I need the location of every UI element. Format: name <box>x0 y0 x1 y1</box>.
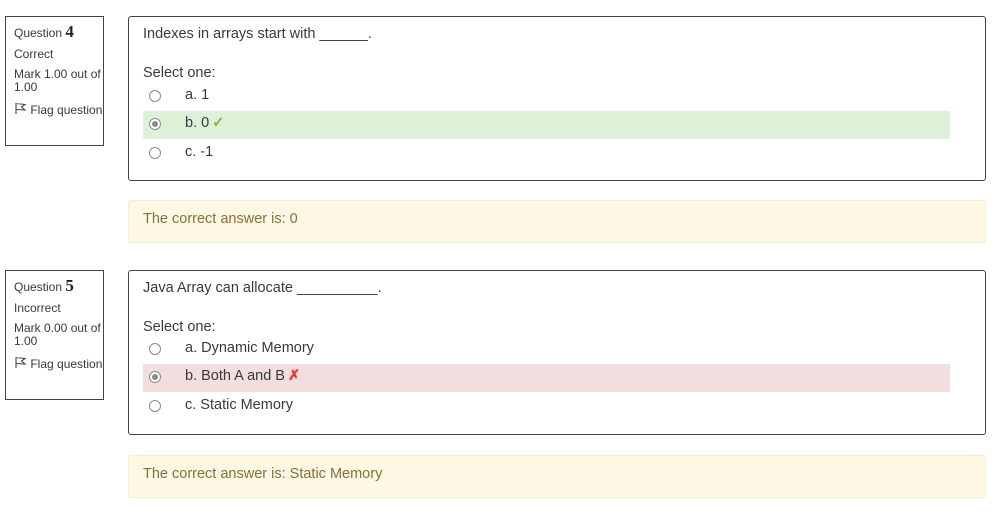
correct-answer-feedback: The correct answer is: Static Memory <box>128 455 986 498</box>
cross-icon: ✗ <box>287 368 301 384</box>
flag-icon <box>15 102 27 114</box>
question-grade: Mark 0.00 out of 1.00 <box>14 321 101 348</box>
question-state: Incorrect <box>14 301 61 315</box>
flag-question-link[interactable]: Flag question <box>14 102 103 117</box>
select-one-prompt: Select one: <box>143 319 216 335</box>
question-text: Java Array can allocate __________. <box>143 280 382 296</box>
question-number-value: 5 <box>65 276 74 295</box>
correct-answer-feedback: The correct answer is: 0 <box>128 200 986 243</box>
question-info-4: Question 4 Correct Mark 1.00 out of 1.00… <box>5 16 104 146</box>
answer-label: c. Static Memory <box>185 397 293 413</box>
answer-option-a[interactable]: a. Dynamic Memory <box>143 336 950 364</box>
question-info-5: Question 5 Incorrect Mark 0.00 out of 1.… <box>5 270 104 400</box>
radio-button[interactable] <box>149 343 161 355</box>
radio-button[interactable] <box>149 147 161 159</box>
radio-button-selected[interactable] <box>149 371 161 383</box>
question-grade: Mark 1.00 out of 1.00 <box>14 67 101 94</box>
answer-label: a. Dynamic Memory <box>185 340 314 356</box>
radio-button[interactable] <box>149 400 161 412</box>
check-icon: ✓ <box>212 115 225 131</box>
question-number-value: 4 <box>65 22 74 41</box>
answer-option-b[interactable]: b. Both A and B ✗ <box>143 364 950 392</box>
question-number: Question 4 <box>14 22 74 41</box>
answer-option-c[interactable]: c. Static Memory <box>143 393 950 421</box>
question-state: Correct <box>14 47 54 61</box>
answer-option-a[interactable]: a. 1 <box>143 83 950 111</box>
answer-option-b[interactable]: b. 0 ✓ <box>143 111 950 139</box>
select-one-prompt: Select one: <box>143 65 216 81</box>
question-number: Question 5 <box>14 276 74 295</box>
flag-icon <box>15 356 27 368</box>
question-text: Indexes in arrays start with ______. <box>143 26 372 42</box>
answer-label: c. -1 <box>185 144 214 160</box>
answer-option-c[interactable]: c. -1 <box>143 140 950 168</box>
answer-label: b. 0 <box>185 115 210 131</box>
question-card-5: Java Array can allocate __________. Sele… <box>128 270 986 435</box>
flag-question-label: Flag question <box>30 103 103 117</box>
answer-label: a. 1 <box>185 87 210 103</box>
radio-button-selected[interactable] <box>149 118 161 130</box>
answer-label: b. Both A and B <box>185 368 285 384</box>
question-card-4: Indexes in arrays start with ______. Sel… <box>128 16 986 181</box>
flag-question-link[interactable]: Flag question <box>14 356 103 371</box>
flag-question-label: Flag question <box>30 357 103 371</box>
radio-button[interactable] <box>149 90 161 102</box>
